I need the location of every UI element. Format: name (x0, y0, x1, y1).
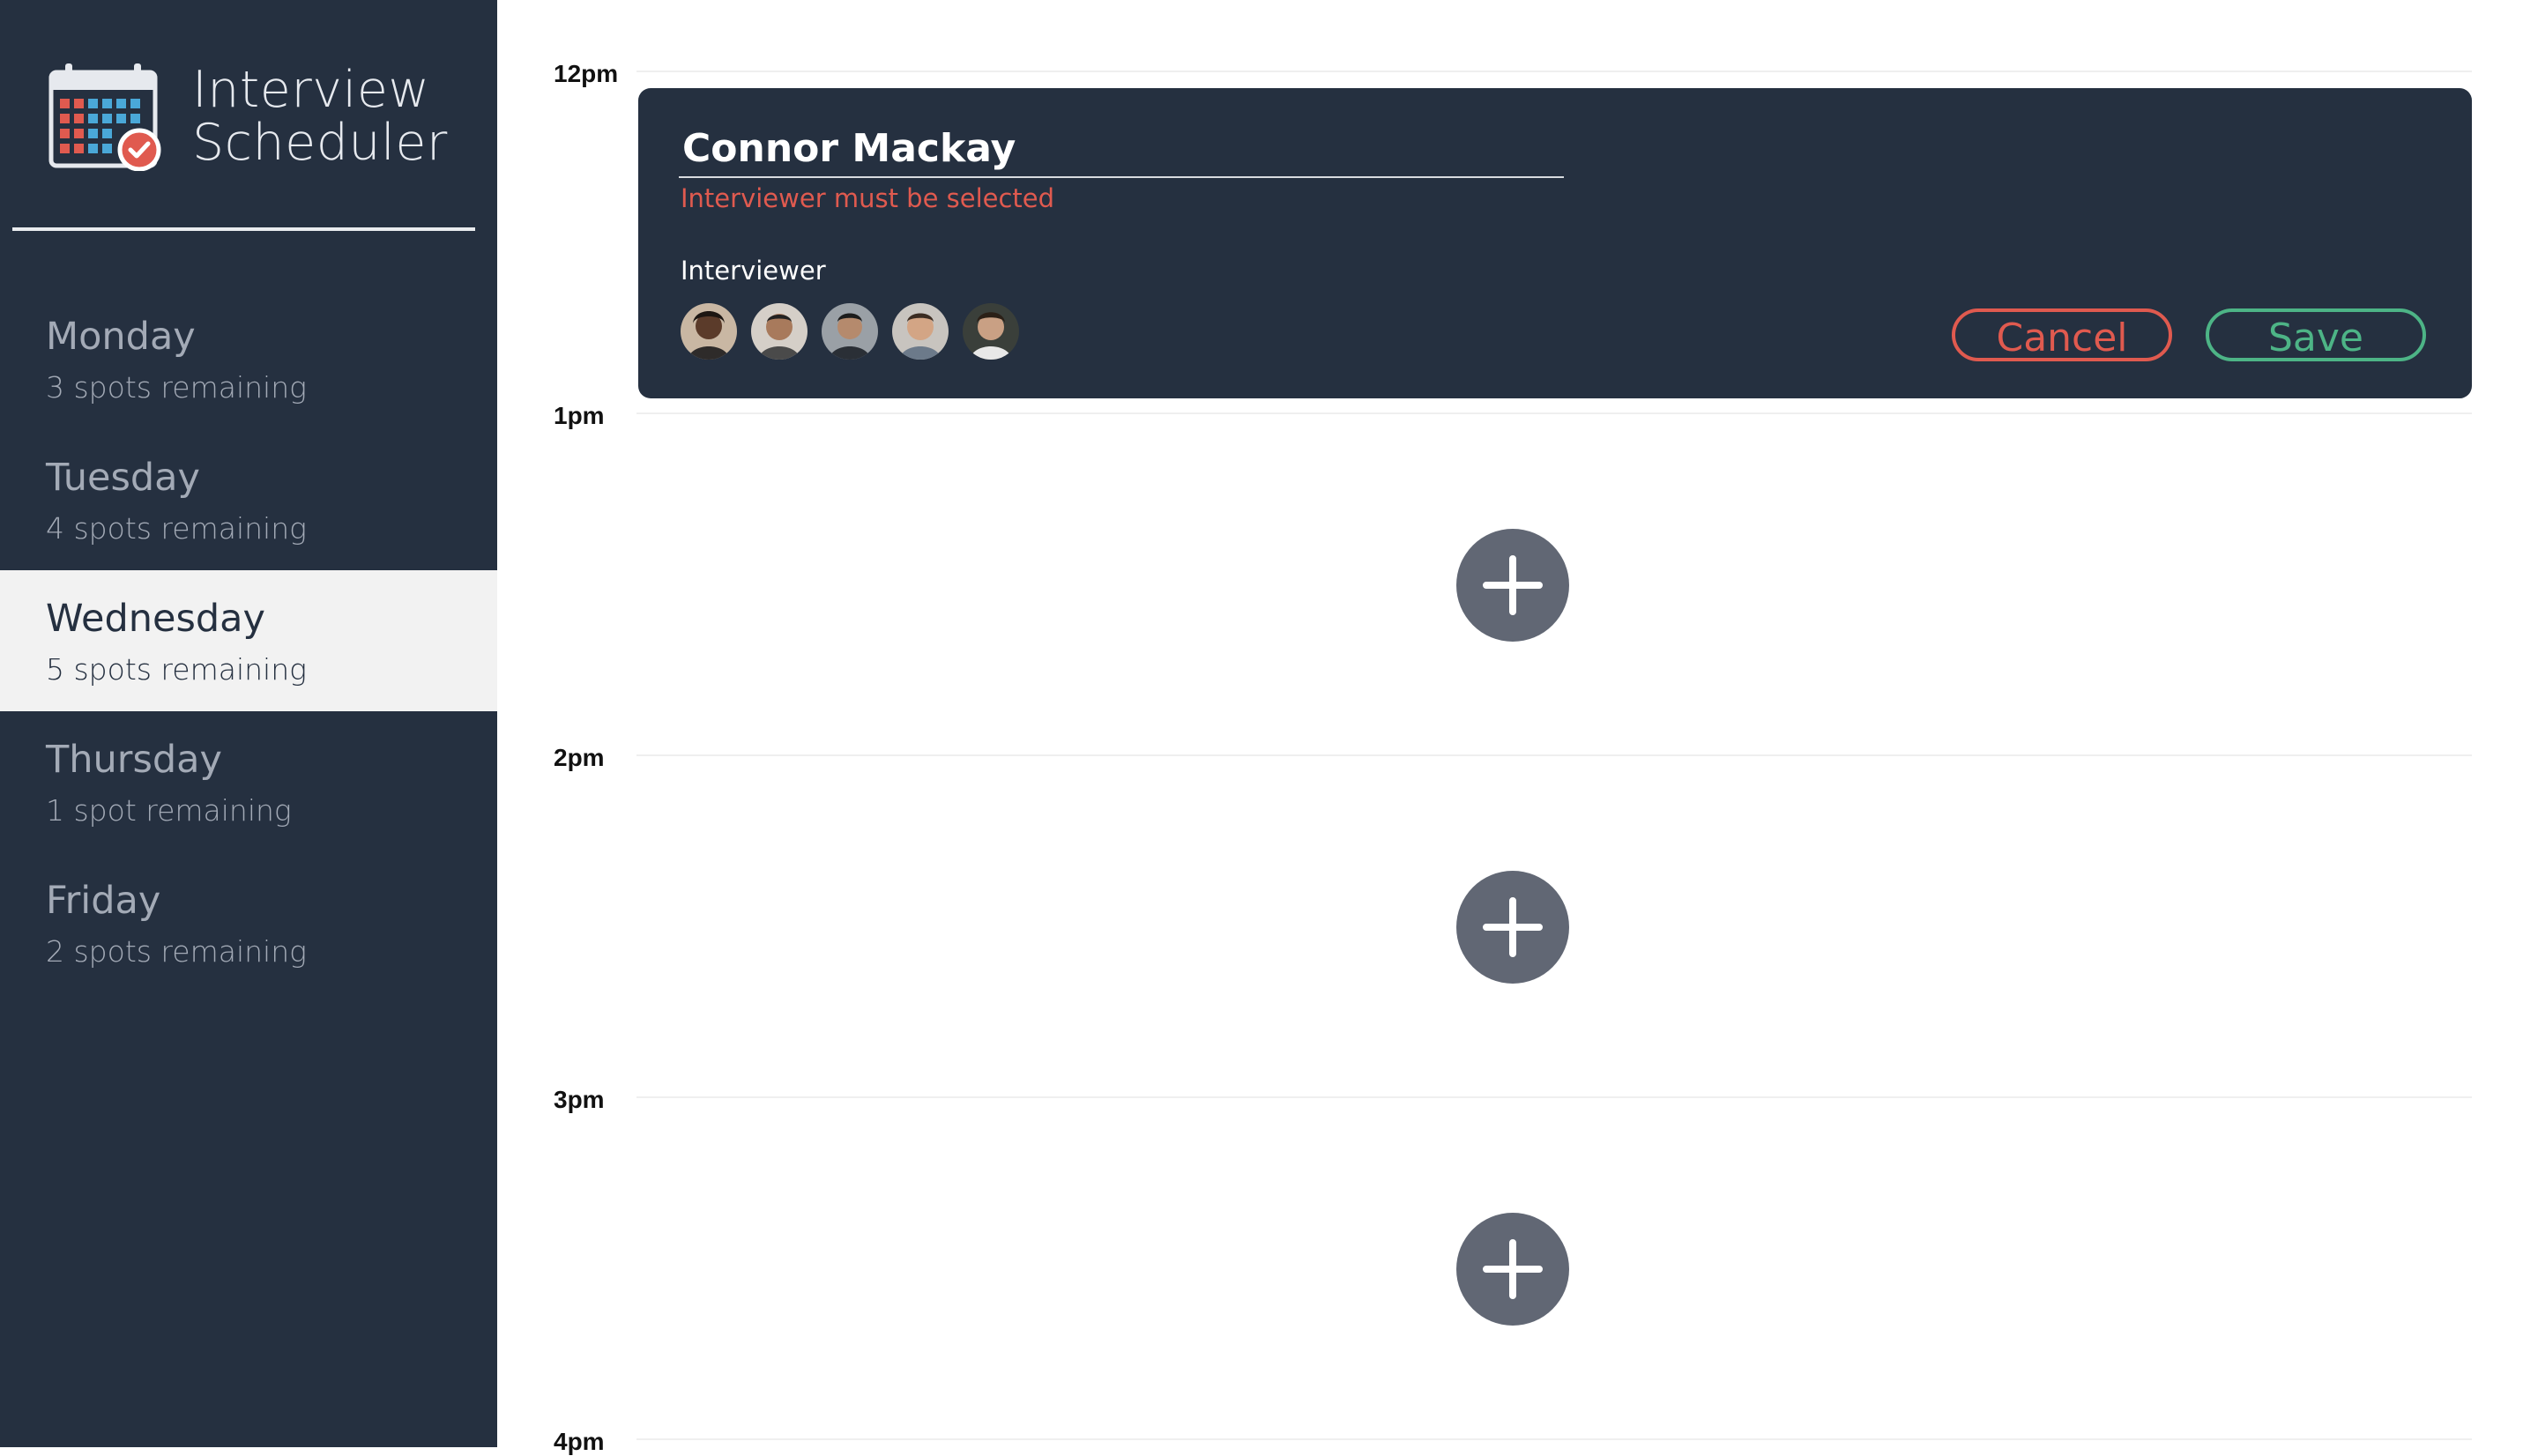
interviewer-avatar-5[interactable] (963, 303, 1019, 360)
app-title: Interview Scheduler (192, 63, 448, 169)
day-name: Monday (46, 315, 196, 359)
day-name: Wednesday (46, 597, 265, 641)
interviewer-avatar-2[interactable] (751, 303, 808, 360)
slot-separator (636, 1438, 2472, 1440)
day-name: Thursday (46, 738, 222, 782)
cancel-button[interactable]: Cancel (1952, 308, 2172, 361)
add-appointment-button[interactable] (1456, 1213, 1569, 1326)
slot-separator (636, 1096, 2472, 1098)
interviewer-avatar-3[interactable] (822, 303, 878, 360)
student-name-input[interactable] (679, 120, 1564, 178)
time-label-12pm: 12pm (554, 60, 619, 87)
day-spots: 3 spots remaining (46, 370, 307, 405)
day-name: Friday (46, 879, 161, 923)
time-label-1pm: 1pm (554, 402, 605, 429)
slot-separator (636, 754, 2472, 756)
day-item-tuesday[interactable]: Tuesday 4 spots remaining (0, 429, 497, 570)
time-label-2pm: 2pm (554, 744, 605, 771)
day-spots: 1 spot remaining (46, 793, 292, 828)
day-list: Monday 3 spots remaining Tuesday 4 spots… (0, 288, 497, 993)
slot-separator (636, 412, 2472, 414)
plus-icon (1483, 897, 1543, 957)
day-item-thursday[interactable]: Thursday 1 spot remaining (0, 711, 497, 852)
day-item-monday[interactable]: Monday 3 spots remaining (0, 288, 497, 429)
time-label-4pm: 4pm (554, 1428, 605, 1455)
day-spots: 4 spots remaining (46, 511, 307, 546)
interviewer-avatar-1[interactable] (681, 303, 737, 360)
plus-icon (1483, 555, 1543, 615)
day-spots: 5 spots remaining (46, 652, 307, 687)
interviewer-label: Interviewer (681, 256, 826, 286)
appointment-form: Interviewer must be selected Interviewer… (638, 88, 2472, 398)
save-button[interactable]: Save (2206, 308, 2426, 361)
time-label-3pm: 3pm (554, 1086, 605, 1113)
interviewer-avatar-4[interactable] (892, 303, 949, 360)
validation-error: Interviewer must be selected (681, 183, 1055, 213)
day-item-wednesday[interactable]: Wednesday 5 spots remaining (0, 570, 497, 711)
calendar-icon (48, 62, 164, 172)
brand: Interview Scheduler (48, 62, 488, 176)
sidebar: Interview Scheduler Monday 3 spots remai… (0, 0, 497, 1447)
schedule: 12pm Interviewer must be selected Interv… (497, 0, 2523, 1455)
add-appointment-button[interactable] (1456, 871, 1569, 984)
app-title-line1: Interview (192, 61, 430, 119)
slot-separator (636, 71, 2472, 72)
day-name: Tuesday (46, 456, 200, 500)
day-spots: 2 spots remaining (46, 934, 307, 969)
app-title-line2: Scheduler (192, 114, 448, 172)
plus-icon (1483, 1239, 1543, 1299)
add-appointment-button[interactable] (1456, 529, 1569, 642)
sidebar-divider (12, 227, 475, 231)
day-item-friday[interactable]: Friday 2 spots remaining (0, 852, 497, 993)
